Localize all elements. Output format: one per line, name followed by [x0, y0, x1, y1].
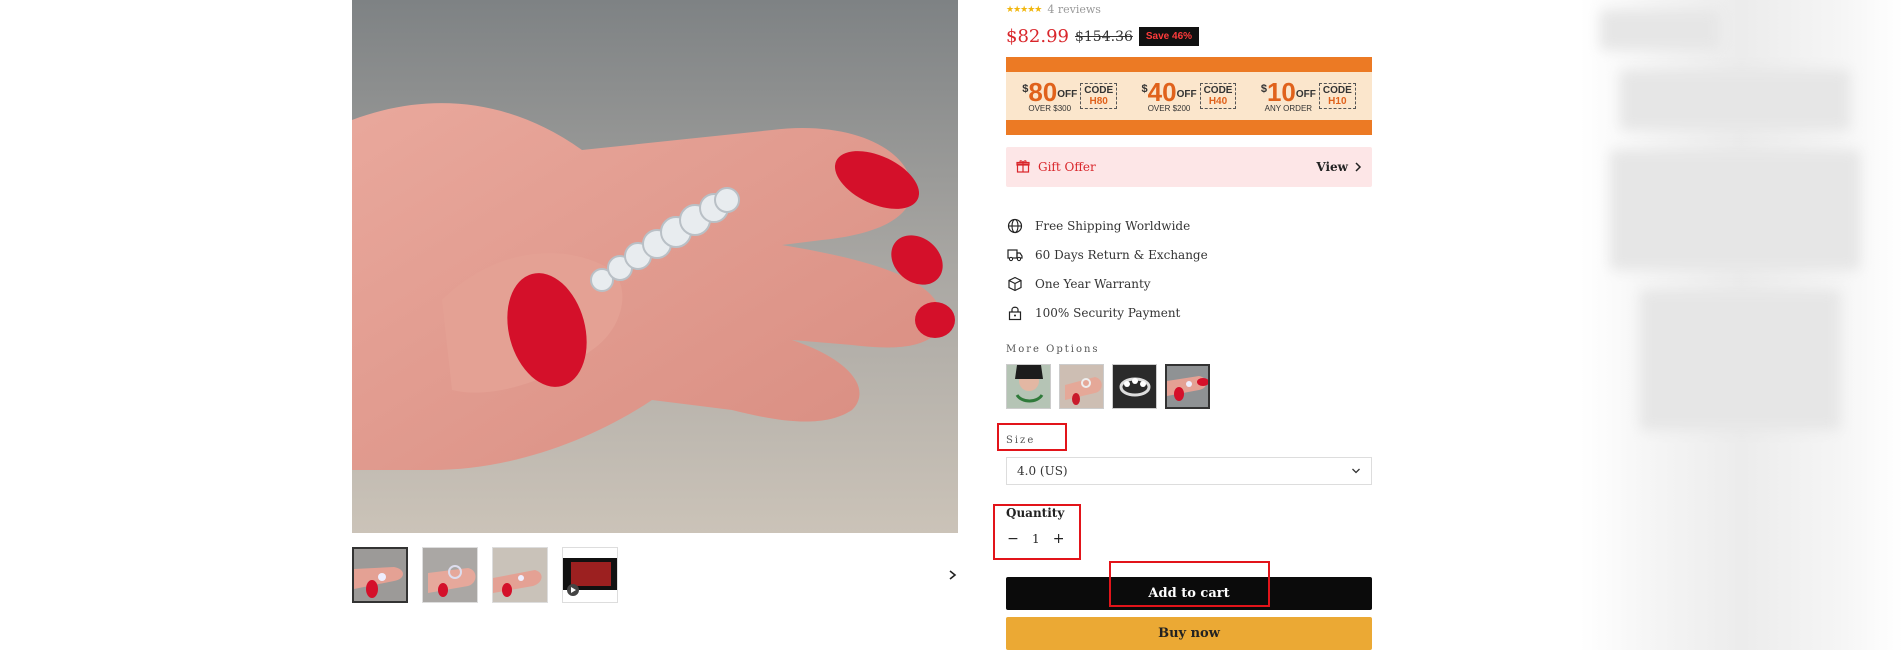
feature-warranty: One Year Warranty: [1006, 269, 1208, 298]
more-options: [1006, 364, 1210, 409]
coupon-amount: 40: [1147, 77, 1177, 107]
coupon-code: CODE H80: [1080, 83, 1118, 109]
size-label: Size: [1006, 435, 1036, 446]
coupon-condition: ANY ORDER: [1264, 104, 1313, 113]
background-blur-panel: [1580, 0, 1903, 650]
coupon-code: CODE H10: [1318, 83, 1356, 109]
coupon-amount: 10: [1266, 77, 1296, 107]
gift-view-link[interactable]: View: [1316, 160, 1362, 174]
coupon-amount: 80: [1028, 77, 1058, 107]
rating-stars: ★★★★★: [1006, 4, 1042, 15]
chevron-down-icon: [1351, 464, 1361, 478]
thumbnail-video[interactable]: [562, 547, 618, 603]
coupon-condition: OVER $300: [1028, 104, 1072, 113]
quantity-increase-button[interactable]: +: [1052, 531, 1066, 547]
feature-text: 100% Security Payment: [1035, 305, 1181, 320]
feature-security: 100% Security Payment: [1006, 298, 1208, 327]
quantity-value[interactable]: 1: [1032, 532, 1040, 546]
feature-text: Free Shipping Worldwide: [1035, 218, 1191, 233]
coupon-banner: $80 OFF OVER $300 CODE H80 $40 OFF OVER $20…: [1006, 57, 1372, 135]
coupon-off: OFF: [1176, 89, 1197, 100]
gift-offer-bar[interactable]: Gift Offer View: [1006, 147, 1372, 187]
quantity-label: Quantity: [1006, 506, 1065, 520]
main-product-image[interactable]: [352, 0, 958, 533]
review-count[interactable]: 4 reviews: [1047, 3, 1101, 16]
chevron-right-icon: [1355, 162, 1362, 172]
gift-offer-label: Gift Offer: [1038, 160, 1096, 174]
save-badge: Save 46%: [1138, 27, 1200, 46]
chevron-right-icon[interactable]: [945, 563, 961, 587]
size-selected-value: 4.0 (US): [1017, 464, 1068, 478]
add-to-cart-button[interactable]: Add to cart: [1006, 577, 1372, 610]
current-price: $82.99: [1006, 26, 1069, 47]
thumbnail-2[interactable]: [422, 547, 478, 603]
option-ring-eternity[interactable]: [1165, 364, 1210, 409]
price-row: $82.99 $154.36 Save 46%: [1006, 26, 1200, 47]
option-ring-hand[interactable]: [1059, 364, 1104, 409]
globe-icon: [1006, 217, 1024, 235]
thumbnail-3[interactable]: [492, 547, 548, 603]
size-select[interactable]: 4.0 (US): [1006, 457, 1372, 485]
original-price: $154.36: [1074, 28, 1133, 45]
coupon-10[interactable]: $10 OFF ANY ORDER CODE H10: [1261, 79, 1356, 113]
truck-icon: [1006, 246, 1024, 264]
coupon-80[interactable]: $80 OFF OVER $300 CODE H80: [1022, 77, 1118, 113]
feature-text: One Year Warranty: [1035, 276, 1151, 291]
coupon-code: CODE H40: [1199, 83, 1237, 109]
coupon-condition: OVER $200: [1147, 104, 1191, 113]
view-label: View: [1316, 160, 1348, 174]
box-icon: [1006, 275, 1024, 293]
coupon-40[interactable]: $40 OFF OVER $200 CODE H40: [1142, 79, 1237, 113]
feature-text: 60 Days Return & Exchange: [1035, 247, 1208, 262]
thumbnail-1[interactable]: [352, 547, 408, 603]
option-necklace[interactable]: [1006, 364, 1051, 409]
thumbnail-strip: [352, 547, 618, 603]
gift-icon: [1016, 158, 1030, 177]
coupon-off: OFF: [1057, 89, 1078, 100]
buy-now-button[interactable]: Buy now: [1006, 617, 1372, 650]
feature-return: 60 Days Return & Exchange: [1006, 240, 1208, 269]
feature-shipping: Free Shipping Worldwide: [1006, 211, 1208, 240]
feature-list: Free Shipping Worldwide 60 Days Return &…: [1006, 211, 1208, 327]
quantity-stepper: − 1 +: [1006, 531, 1066, 547]
lock-icon: [1006, 304, 1024, 322]
quantity-decrease-button[interactable]: −: [1006, 531, 1020, 547]
option-ring-closeup[interactable]: [1112, 364, 1157, 409]
coupon-off: OFF: [1295, 89, 1316, 100]
more-options-label: More Options: [1006, 344, 1100, 355]
rating[interactable]: ★★★★★ 4 reviews: [1006, 3, 1101, 16]
